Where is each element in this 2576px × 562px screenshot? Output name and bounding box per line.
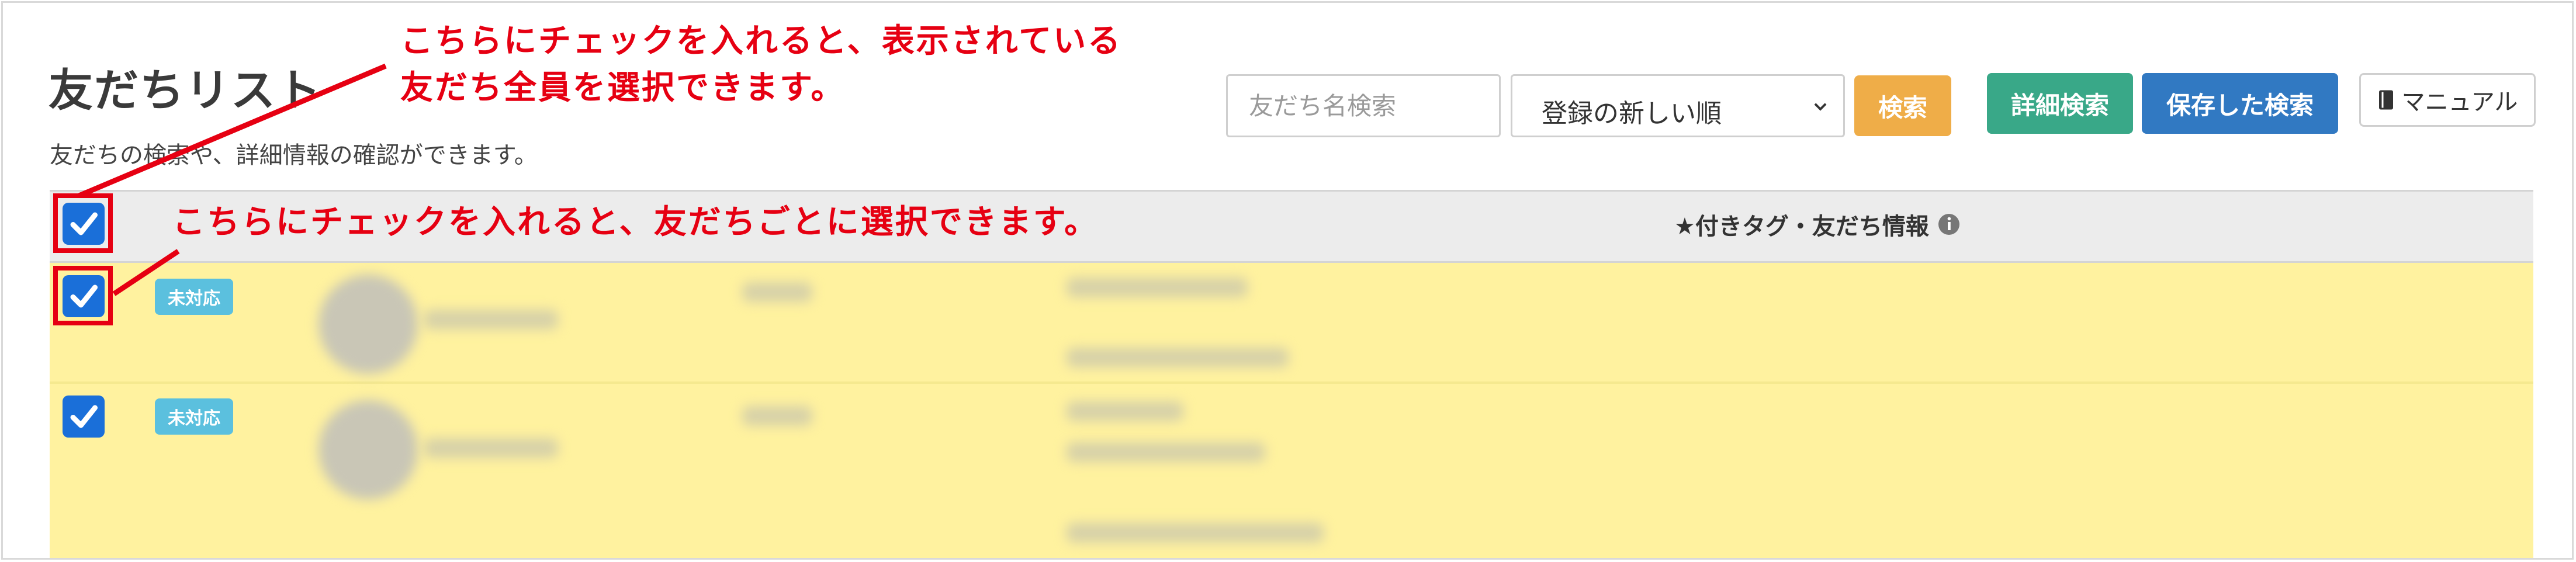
- status-badge: 未対応: [155, 279, 233, 315]
- manual-button[interactable]: マニュアル: [2359, 73, 2536, 127]
- blurred-cell: [1067, 277, 1248, 297]
- column-tag-info: ★付きタグ・友だち情報: [1674, 207, 1961, 241]
- table-row[interactable]: [50, 263, 2533, 383]
- row-select-highlight: [53, 266, 113, 325]
- book-icon: [2378, 90, 2393, 110]
- row-select-checkbox[interactable]: [63, 396, 105, 438]
- manual-button-label: マニュアル: [2401, 89, 2518, 116]
- annotation-select-each: こちらにチェックを入れると、友だちごとに選択できます。: [172, 203, 1099, 241]
- blurred-friend-name: [424, 438, 558, 458]
- avatar: [318, 400, 418, 499]
- blurred-cell: [1067, 348, 1289, 367]
- saved-search-button[interactable]: 保存した検索: [2142, 73, 2338, 134]
- blurred-cell: [742, 282, 812, 302]
- search-button[interactable]: 検索: [1854, 75, 1951, 136]
- sort-order-select[interactable]: 登録の新しい順: [1511, 74, 1845, 137]
- blurred-cell: [1067, 401, 1183, 421]
- annotation-select-all-line1: こちらにチェックを入れると、表示されている: [400, 22, 1123, 60]
- page-title: 友だちリスト: [49, 64, 322, 116]
- avatar: [318, 275, 418, 374]
- annotation-select-all: こちらにチェックを入れると、表示されている 友だち全員を選択できます。: [400, 18, 1122, 112]
- info-icon[interactable]: [1937, 213, 1961, 236]
- blurred-cell: [1067, 442, 1265, 462]
- blurred-friend-name: [424, 310, 558, 329]
- annotation-select-all-line2: 友だち全員を選択できます。: [400, 69, 846, 107]
- column-tag-info-label: ★付きタグ・友だち情報: [1674, 213, 1929, 240]
- blurred-cell: [742, 406, 812, 426]
- sort-order-value: 登録の新しい順: [1542, 99, 1722, 129]
- chevron-down-icon: [1814, 103, 1827, 111]
- screenshot-frame: 友だちリスト 友だちの検索や、詳細情報の確認ができます。 登録の新しい順 検索 …: [1, 1, 2574, 560]
- friend-name-search-input[interactable]: [1226, 74, 1501, 137]
- blurred-cell: [1067, 523, 1324, 543]
- select-all-highlight: [53, 193, 113, 253]
- detail-search-button[interactable]: 詳細検索: [1987, 73, 2133, 134]
- check-icon: [70, 405, 98, 428]
- status-badge: 未対応: [155, 398, 233, 435]
- page-subtitle: 友だちの検索や、詳細情報の確認ができます。: [50, 142, 538, 169]
